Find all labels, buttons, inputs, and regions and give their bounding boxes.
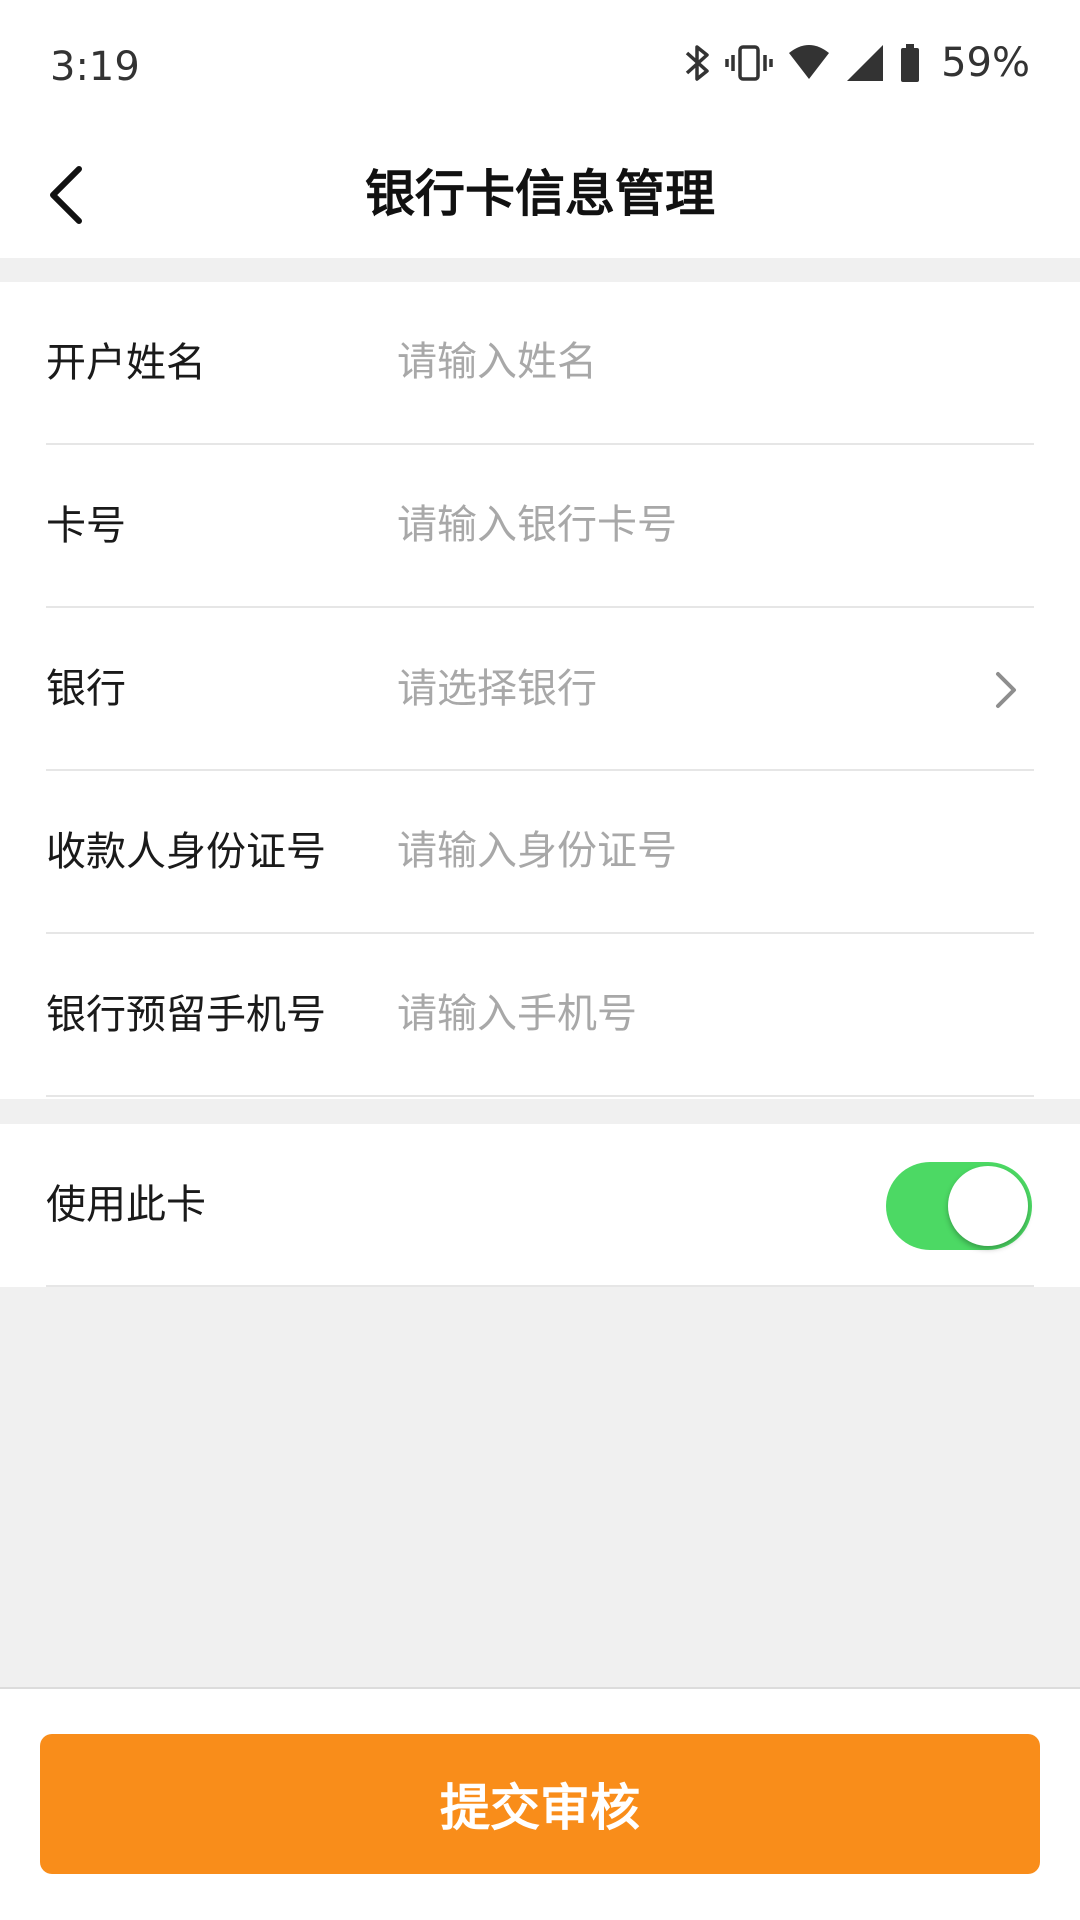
- battery-percent: 59%: [941, 40, 1030, 86]
- bank-card-management-screen: 3:19 59% 银行卡信息管理 开户姓名 请输入姓名 卡号 请输入银行卡号 银…: [0, 0, 1080, 1920]
- wifi-icon: [789, 45, 830, 79]
- form-row-name: 开户姓名: [0, 282, 1080, 445]
- header: 银行卡信息管理: [0, 130, 1080, 258]
- bank-select-placeholder[interactable]: 请选择银行: [397, 608, 597, 771]
- bank-card-form: 开户姓名 卡号 银行 请选择银行 收款人身份证号 银行预留手机号: [0, 282, 1080, 1097]
- card-number-input[interactable]: [397, 485, 957, 565]
- id-number-input[interactable]: [397, 811, 957, 891]
- phone-label: 银行预留手机号: [46, 992, 326, 1038]
- phone-input[interactable]: [397, 974, 957, 1054]
- status-bar: 3:19 59%: [0, 0, 1080, 130]
- vibrate-icon: [725, 45, 773, 81]
- page-title: 银行卡信息管理: [365, 165, 715, 223]
- status-time: 3:19: [50, 44, 140, 90]
- bluetooth-icon: [685, 45, 709, 81]
- card-number-label: 卡号: [46, 503, 126, 549]
- chevron-left-icon: [50, 166, 82, 224]
- back-button[interactable]: [30, 160, 100, 230]
- use-card-label: 使用此卡: [46, 1182, 206, 1228]
- use-card-row: 使用此卡: [0, 1124, 1080, 1287]
- chevron-right-icon: [996, 672, 1016, 708]
- section-gap: [0, 1099, 1080, 1124]
- submit-review-button[interactable]: 提交审核: [40, 1734, 1040, 1874]
- name-label: 开户姓名: [46, 340, 206, 386]
- cellular-signal-icon: [847, 45, 884, 81]
- name-input[interactable]: [397, 322, 957, 402]
- status-icons: 59%: [683, 38, 1030, 88]
- form-row-phone: 银行预留手机号: [0, 934, 1080, 1097]
- form-row-card-number: 卡号: [0, 445, 1080, 608]
- section-gap: [0, 258, 1080, 282]
- bank-label: 银行: [46, 666, 126, 712]
- id-number-label: 收款人身份证号: [46, 829, 326, 875]
- footer: 提交审核: [0, 1687, 1080, 1920]
- divider: [46, 1095, 1034, 1097]
- battery-icon: [901, 44, 920, 82]
- use-card-toggle[interactable]: [886, 1162, 1032, 1250]
- empty-area: [0, 1287, 1080, 1687]
- form-row-id-number: 收款人身份证号: [0, 771, 1080, 934]
- toggle-knob: [948, 1166, 1028, 1246]
- bank-select-row[interactable]: 银行 请选择银行: [0, 608, 1080, 771]
